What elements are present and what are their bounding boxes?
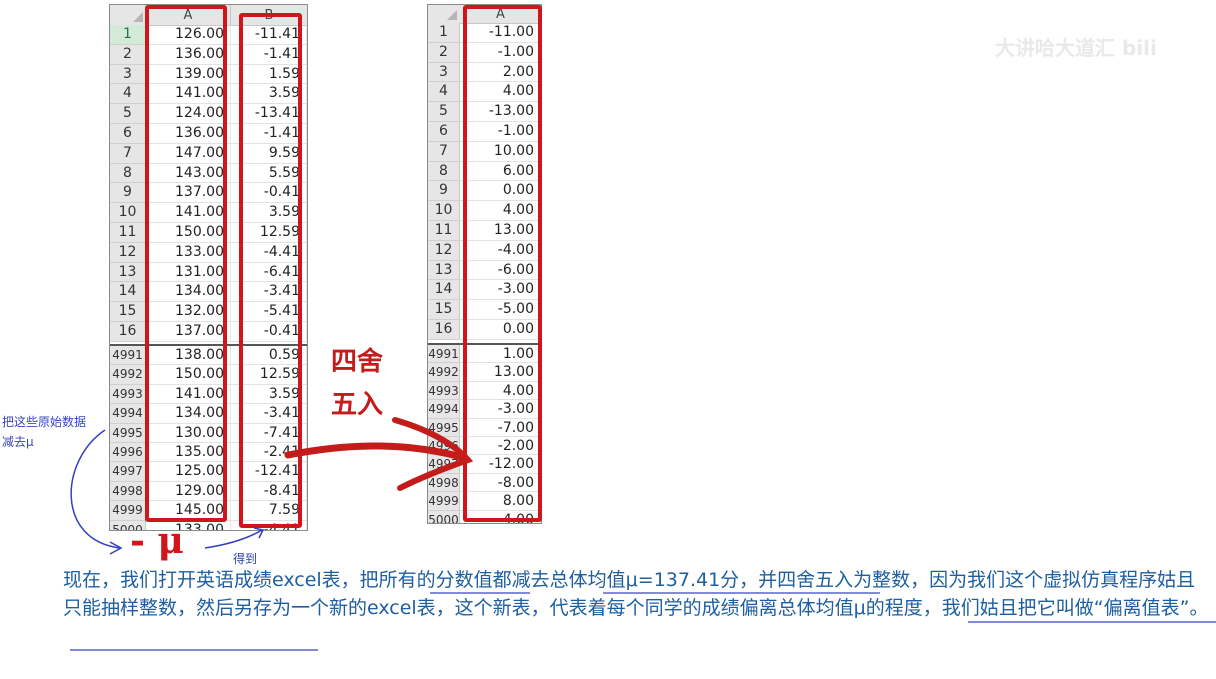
row-header[interactable]: 15 [428, 300, 460, 320]
row-header[interactable]: 4997 [110, 462, 146, 482]
round-label-line1: 四舍 [331, 347, 384, 377]
row-header[interactable]: 1 [110, 25, 146, 45]
row-header[interactable]: 7 [110, 143, 146, 164]
round-label-line2: 五入 [331, 390, 384, 420]
row-header[interactable]: 6 [110, 124, 146, 144]
row-header[interactable]: 4994 [110, 404, 146, 424]
row-header[interactable]: 9 [428, 181, 460, 202]
row-header[interactable]: 4999 [428, 492, 460, 511]
row-header[interactable]: 4998 [428, 473, 460, 493]
row-header[interactable]: 6 [428, 122, 460, 142]
row-header[interactable]: 2 [428, 42, 460, 63]
row-header[interactable]: 15 [110, 302, 146, 322]
row-header[interactable]: 4999 [110, 501, 146, 521]
subtitle-text: 现在，我们打开英语成绩excel表，把所有的分数值都减去总体均值μ=137.41… [63, 569, 1209, 619]
select-all-corner[interactable] [110, 5, 147, 26]
row-header[interactable]: 12 [110, 242, 146, 263]
row-header[interactable]: 4996 [110, 443, 146, 463]
row-header[interactable]: 1 [428, 23, 460, 43]
highlight-column-a-right [463, 5, 542, 522]
row-header[interactable]: 4991 [428, 345, 460, 364]
row-header[interactable]: 14 [428, 280, 460, 301]
row-header[interactable]: 4992 [110, 365, 146, 385]
watermark: 大讲哈大道汇 bili [995, 36, 1157, 60]
row-header[interactable]: 4996 [428, 437, 460, 456]
row-header[interactable]: 16 [428, 320, 460, 340]
row-header[interactable]: 11 [428, 221, 460, 241]
row-header[interactable]: 4994 [428, 400, 460, 419]
row-header[interactable]: 8 [110, 163, 146, 184]
row-header[interactable]: 11 [110, 223, 146, 243]
subtract-note-line2: 减去μ [2, 435, 34, 449]
row-header[interactable]: 4991 [110, 346, 146, 366]
row-header[interactable]: 3 [428, 62, 460, 83]
result-label: 得到 [233, 552, 258, 566]
row-header[interactable]: 3 [110, 64, 146, 85]
row-header[interactable]: 4998 [110, 481, 146, 502]
row-header[interactable]: 5000 [428, 510, 460, 523]
subtract-note-line1: 把这些原始数据 [2, 415, 87, 429]
blue-small-arrow-icon [204, 529, 263, 549]
row-header[interactable]: 2 [110, 44, 146, 65]
row-header[interactable]: 4997 [428, 455, 460, 474]
row-header[interactable]: 13 [428, 260, 460, 281]
highlight-column-a-left [145, 5, 227, 522]
row-header[interactable]: 9 [110, 183, 146, 204]
minus-mu-label: - μ [130, 520, 184, 562]
select-all-corner[interactable] [428, 5, 461, 24]
row-header[interactable]: 8 [428, 161, 460, 182]
row-header[interactable]: 4995 [428, 418, 460, 437]
row-header[interactable]: 5 [110, 104, 146, 124]
row-header[interactable]: 14 [110, 282, 146, 303]
row-header[interactable]: 10 [110, 203, 146, 223]
row-header[interactable]: 7 [428, 141, 460, 162]
highlight-column-b-left [239, 13, 302, 528]
row-header[interactable]: 16 [110, 322, 146, 342]
row-header[interactable]: 4 [110, 84, 146, 105]
row-header[interactable]: 10 [428, 201, 460, 221]
row-header[interactable]: 5 [428, 102, 460, 122]
blue-arrowhead-icon [109, 541, 123, 555]
row-header[interactable]: 4992 [428, 363, 460, 382]
row-header[interactable]: 4993 [428, 381, 460, 401]
row-header[interactable]: 12 [428, 240, 460, 261]
row-header[interactable]: 4993 [110, 384, 146, 405]
row-header[interactable]: 13 [110, 262, 146, 283]
row-header[interactable]: 4 [428, 82, 460, 103]
row-header[interactable]: 4995 [110, 423, 146, 443]
